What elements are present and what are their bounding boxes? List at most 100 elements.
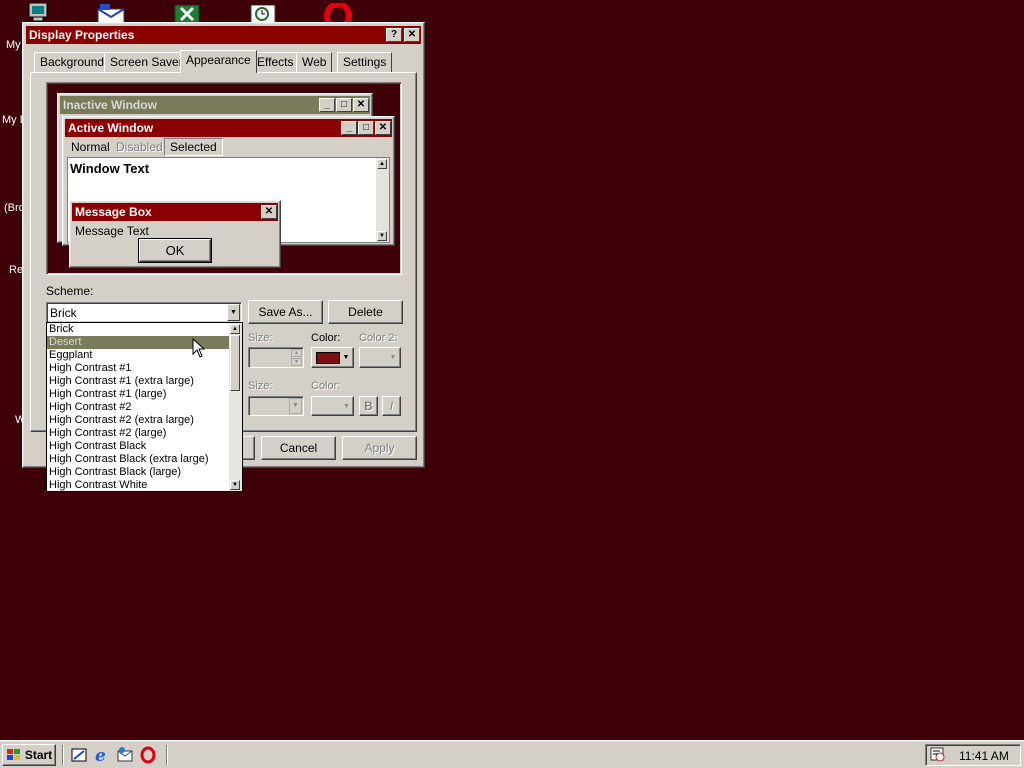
scheme-option[interactable]: High Contrast Black xyxy=(47,440,229,453)
show-desktop-icon[interactable] xyxy=(70,746,88,764)
help-icon: ? xyxy=(390,29,398,40)
inactive-window-title: Inactive Window xyxy=(63,98,157,112)
task-scheduler-tray-icon[interactable] xyxy=(930,747,946,763)
inactive-window-titlebar: Inactive Window _ □ ✕ xyxy=(60,96,370,114)
tab-effects[interactable]: Effects xyxy=(251,52,300,72)
scheme-option[interactable]: High Contrast #1 (large) xyxy=(47,388,229,401)
color2-picker-button: ▼ xyxy=(359,347,401,368)
minimize-icon: _ xyxy=(341,121,357,135)
internet-explorer-icon[interactable]: e xyxy=(93,746,111,766)
size-spinner: ▲ ▼ xyxy=(248,347,304,368)
menu-selected: Selected xyxy=(164,138,223,156)
message-text: Message Text xyxy=(75,224,149,238)
svg-text:e: e xyxy=(95,746,106,764)
scheme-option[interactable]: High Contrast #2 xyxy=(47,401,229,414)
chevron-down-icon: ▼ xyxy=(289,398,302,414)
spinner-down-icon: ▼ xyxy=(291,358,302,366)
scheme-option[interactable]: High Contrast #1 xyxy=(47,362,229,375)
desktop-label-4[interactable]: Re xyxy=(9,264,23,276)
outlook-express-icon[interactable] xyxy=(96,4,128,24)
windows-logo-icon xyxy=(6,749,20,760)
close-icon: ✕ xyxy=(407,29,417,40)
font-color-label: Color: xyxy=(311,380,341,392)
spinner-up-icon: ▲ xyxy=(291,349,302,357)
scroll-down-icon: ▼ xyxy=(377,231,387,241)
delete-button[interactable]: Delete xyxy=(328,300,403,324)
scheme-dropdown-list[interactable]: Brick Desert Eggplant High Contrast #1 High … xyxy=(46,322,243,492)
taskbar-separator xyxy=(166,745,168,765)
close-icon: ✕ xyxy=(375,121,391,135)
opera-icon[interactable] xyxy=(323,1,353,31)
desktop-label-1[interactable]: My xyxy=(6,39,21,51)
scheduled-tasks-icon[interactable] xyxy=(249,4,277,24)
preview-scrollbar: ▲ ▼ xyxy=(376,158,389,242)
outlook-express-quicklaunch-icon[interactable] xyxy=(116,746,134,764)
tab-appearance[interactable]: Appearance xyxy=(180,50,257,73)
mouse-cursor-icon xyxy=(192,337,206,361)
start-label: Start xyxy=(24,748,53,762)
active-window-titlebar: Active Window _ □ ✕ xyxy=(65,119,392,137)
my-computer-icon[interactable] xyxy=(27,2,49,22)
chevron-down-icon[interactable]: ▼ xyxy=(227,304,240,321)
scroll-up-icon[interactable]: ▲ xyxy=(230,324,240,334)
scheme-option[interactable]: High Contrast #1 (extra large) xyxy=(47,375,229,388)
apply-button: Apply xyxy=(342,436,417,460)
scheme-option[interactable]: High Contrast Black (extra large) xyxy=(47,453,229,466)
font-size-combo: ▼ xyxy=(248,396,304,416)
scheme-value: Brick xyxy=(50,306,77,320)
close-icon: ✕ xyxy=(353,98,369,112)
scheme-option[interactable]: High Contrast Black (large) xyxy=(47,466,229,479)
dialog-titlebar[interactable]: Display Properties ? ✕ xyxy=(26,26,421,44)
close-button[interactable]: ✕ xyxy=(404,28,420,42)
taskbar: Start e 11:41 AM xyxy=(0,740,1024,768)
menu-disabled: Disabled xyxy=(116,140,163,154)
message-box-preview[interactable]: Message Box ✕ Message Text OK xyxy=(69,200,281,268)
help-button[interactable]: ? xyxy=(386,28,402,42)
bold-button: B xyxy=(359,396,378,416)
tab-screen-saver[interactable]: Screen Saver xyxy=(104,52,189,72)
maximize-icon: □ xyxy=(336,98,352,112)
color-label: Color: xyxy=(311,332,341,344)
selected-color-swatch xyxy=(315,351,340,364)
active-window-title: Active Window xyxy=(68,121,154,135)
save-as-button[interactable]: Save As... xyxy=(248,300,323,324)
font-color-button: ▼ xyxy=(311,396,354,416)
chevron-down-icon: ▼ xyxy=(343,402,350,410)
color2-label: Color 2: xyxy=(359,332,398,344)
scheme-combo[interactable]: Brick ▼ xyxy=(46,302,242,323)
scroll-down-icon[interactable]: ▼ xyxy=(230,480,240,490)
message-box-title: Message Box xyxy=(75,205,152,219)
system-tray: 11:41 AM xyxy=(925,744,1021,766)
close-icon: ✕ xyxy=(261,205,277,219)
message-box-titlebar: Message Box ✕ xyxy=(72,203,278,221)
scheme-option[interactable]: High Contrast White xyxy=(47,479,229,492)
scroll-up-icon: ▲ xyxy=(377,159,387,169)
clock[interactable]: 11:41 AM xyxy=(959,749,1009,763)
tab-web[interactable]: Web xyxy=(296,52,333,72)
ok-button[interactable]: OK xyxy=(138,238,212,263)
taskbar-separator xyxy=(62,745,64,765)
tab-background[interactable]: Background xyxy=(34,52,111,72)
opera-quicklaunch-icon[interactable] xyxy=(139,746,157,764)
minimize-icon: _ xyxy=(319,98,335,112)
maximize-icon: □ xyxy=(358,121,374,135)
font-size-label: Size: xyxy=(248,380,273,392)
chevron-down-icon: ▼ xyxy=(342,354,350,361)
scheme-option[interactable]: High Contrast #2 (extra large) xyxy=(47,414,229,427)
scheme-label: Scheme: xyxy=(46,284,94,298)
scheme-option[interactable]: Brick xyxy=(47,323,229,336)
scroll-thumb[interactable] xyxy=(230,335,240,391)
italic-button: I xyxy=(382,396,401,416)
menu-normal: Normal xyxy=(71,140,110,154)
color-picker-button[interactable]: ▼ xyxy=(311,347,354,368)
dropdown-scrollbar[interactable]: ▲ ▼ xyxy=(229,323,242,491)
excel-icon[interactable] xyxy=(173,4,201,24)
dialog-title: Display Properties xyxy=(29,28,135,42)
size-label: Size: xyxy=(248,332,273,344)
tab-settings[interactable]: Settings xyxy=(337,52,393,72)
window-text: Window Text xyxy=(70,161,150,176)
cancel-button[interactable]: Cancel xyxy=(261,436,336,460)
chevron-down-icon: ▼ xyxy=(389,354,397,361)
scheme-option[interactable]: High Contrast #2 (large) xyxy=(47,427,229,440)
start-button[interactable]: Start xyxy=(2,744,56,766)
